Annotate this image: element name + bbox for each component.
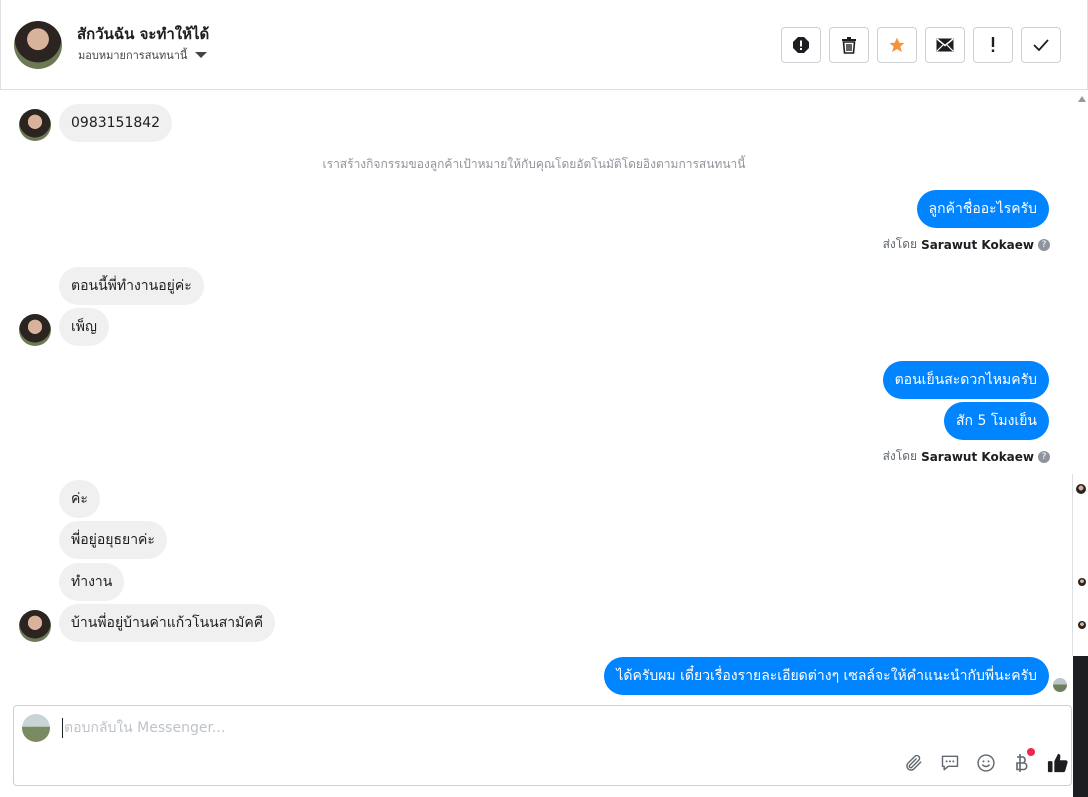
- star-button[interactable]: [877, 27, 917, 63]
- contact-avatar-mini[interactable]: [1078, 621, 1086, 629]
- mark-unread-button[interactable]: [925, 27, 965, 63]
- emoji-button[interactable]: [975, 752, 997, 774]
- thumbs-up-icon: [1047, 753, 1068, 773]
- contact-avatar-small: [19, 109, 51, 141]
- outgoing-message[interactable]: ได้ครับผม เดี๋ยวเรื่องรายละเอียดต่างๆ เซ…: [604, 657, 1049, 695]
- composer-tools: [903, 748, 1071, 774]
- outgoing-message[interactable]: ลูกค้าชื่ออะไรครับ: [916, 190, 1049, 228]
- sent-by-name: Sarawut Kokaew: [921, 449, 1034, 464]
- attach-button[interactable]: [903, 752, 925, 774]
- contact-avatar[interactable]: [14, 21, 62, 69]
- contact-name[interactable]: สักวันฉัน จะทำให้ได้: [77, 22, 209, 46]
- incoming-message[interactable]: ตอนนี้พี่ทำงานอยู่ค่ะ: [59, 267, 204, 305]
- incoming-message[interactable]: พี่อยู่อยุธยาค่ะ: [59, 521, 167, 559]
- incoming-message[interactable]: 0983151842: [59, 104, 173, 142]
- payment-button[interactable]: [1011, 748, 1035, 774]
- header-actions: [781, 27, 1061, 63]
- trash-icon: [842, 37, 856, 54]
- assign-conversation-dropdown[interactable]: มอบหมายการสนทนานี้: [78, 46, 208, 64]
- report-button[interactable]: [781, 27, 821, 63]
- contact-avatar-mini[interactable]: [1076, 484, 1086, 494]
- incoming-message[interactable]: เพ็ญ: [59, 308, 109, 346]
- mail-icon: [936, 38, 954, 52]
- mark-done-button[interactable]: [1021, 27, 1061, 63]
- sent-by-prefix: ส่งโดย: [882, 237, 918, 251]
- saved-replies-button[interactable]: [939, 752, 961, 774]
- outgoing-message[interactable]: สัก 5 โมงเย็น: [944, 402, 1049, 440]
- check-icon: [1033, 39, 1049, 51]
- paperclip-icon: [906, 754, 922, 771]
- page-avatar: [22, 714, 50, 742]
- mark-spam-button[interactable]: [973, 27, 1013, 63]
- star-icon: [889, 37, 905, 53]
- like-button[interactable]: [1047, 752, 1069, 774]
- contact-avatar-small: [19, 610, 51, 642]
- dark-panel: [1073, 656, 1088, 797]
- incoming-message[interactable]: ค่ะ: [59, 480, 100, 518]
- conversation-header: สักวันฉัน จะทำให้ได้ มอบหมายการสนทนานี้: [0, 0, 1088, 90]
- right-edge-panel: [1072, 90, 1088, 797]
- assign-label: มอบหมายการสนทนานี้: [78, 49, 188, 62]
- alert-icon: [793, 37, 809, 53]
- sent-by-info: ส่งโดย Sarawut Kokaew ?: [883, 235, 1050, 254]
- delete-button[interactable]: [829, 27, 869, 63]
- sent-by-prefix: ส่งโดย: [882, 449, 918, 463]
- outgoing-message[interactable]: ตอนเย็นสะดวกไหมครับ: [882, 361, 1049, 399]
- scroll-up-icon[interactable]: [1078, 96, 1086, 102]
- message-thread[interactable]: 0983151842 เราสร้างกิจกรรมของลูกค้าเป้าห…: [0, 91, 1072, 703]
- reply-input[interactable]: [62, 718, 962, 738]
- notification-dot: [1027, 748, 1035, 756]
- help-icon[interactable]: ?: [1038, 450, 1050, 463]
- caret-down-icon: [195, 52, 208, 58]
- exclamation-icon: [991, 37, 995, 52]
- help-icon[interactable]: ?: [1038, 238, 1050, 251]
- sent-by-name: Sarawut Kokaew: [921, 237, 1034, 252]
- seen-avatar: [1053, 678, 1067, 692]
- incoming-message[interactable]: บ้านพี่อยู่บ้านค่าแก้วโนนสามัคคี: [59, 604, 276, 642]
- system-note: เราสร้างกิจกรรมของลูกค้าเป้าหมายให้กับคุ…: [322, 157, 746, 171]
- sent-by-info: ส่งโดย Sarawut Kokaew ?: [883, 447, 1050, 466]
- baht-icon: [1016, 754, 1028, 772]
- contact-avatar-small: [19, 314, 51, 346]
- smiley-icon: [977, 754, 995, 772]
- message-composer: [13, 705, 1072, 786]
- incoming-message[interactable]: ทำงาน: [59, 563, 125, 601]
- chat-bubble-icon: [941, 755, 959, 771]
- side-panel: [1072, 474, 1088, 656]
- contact-avatar-mini[interactable]: [1078, 578, 1086, 586]
